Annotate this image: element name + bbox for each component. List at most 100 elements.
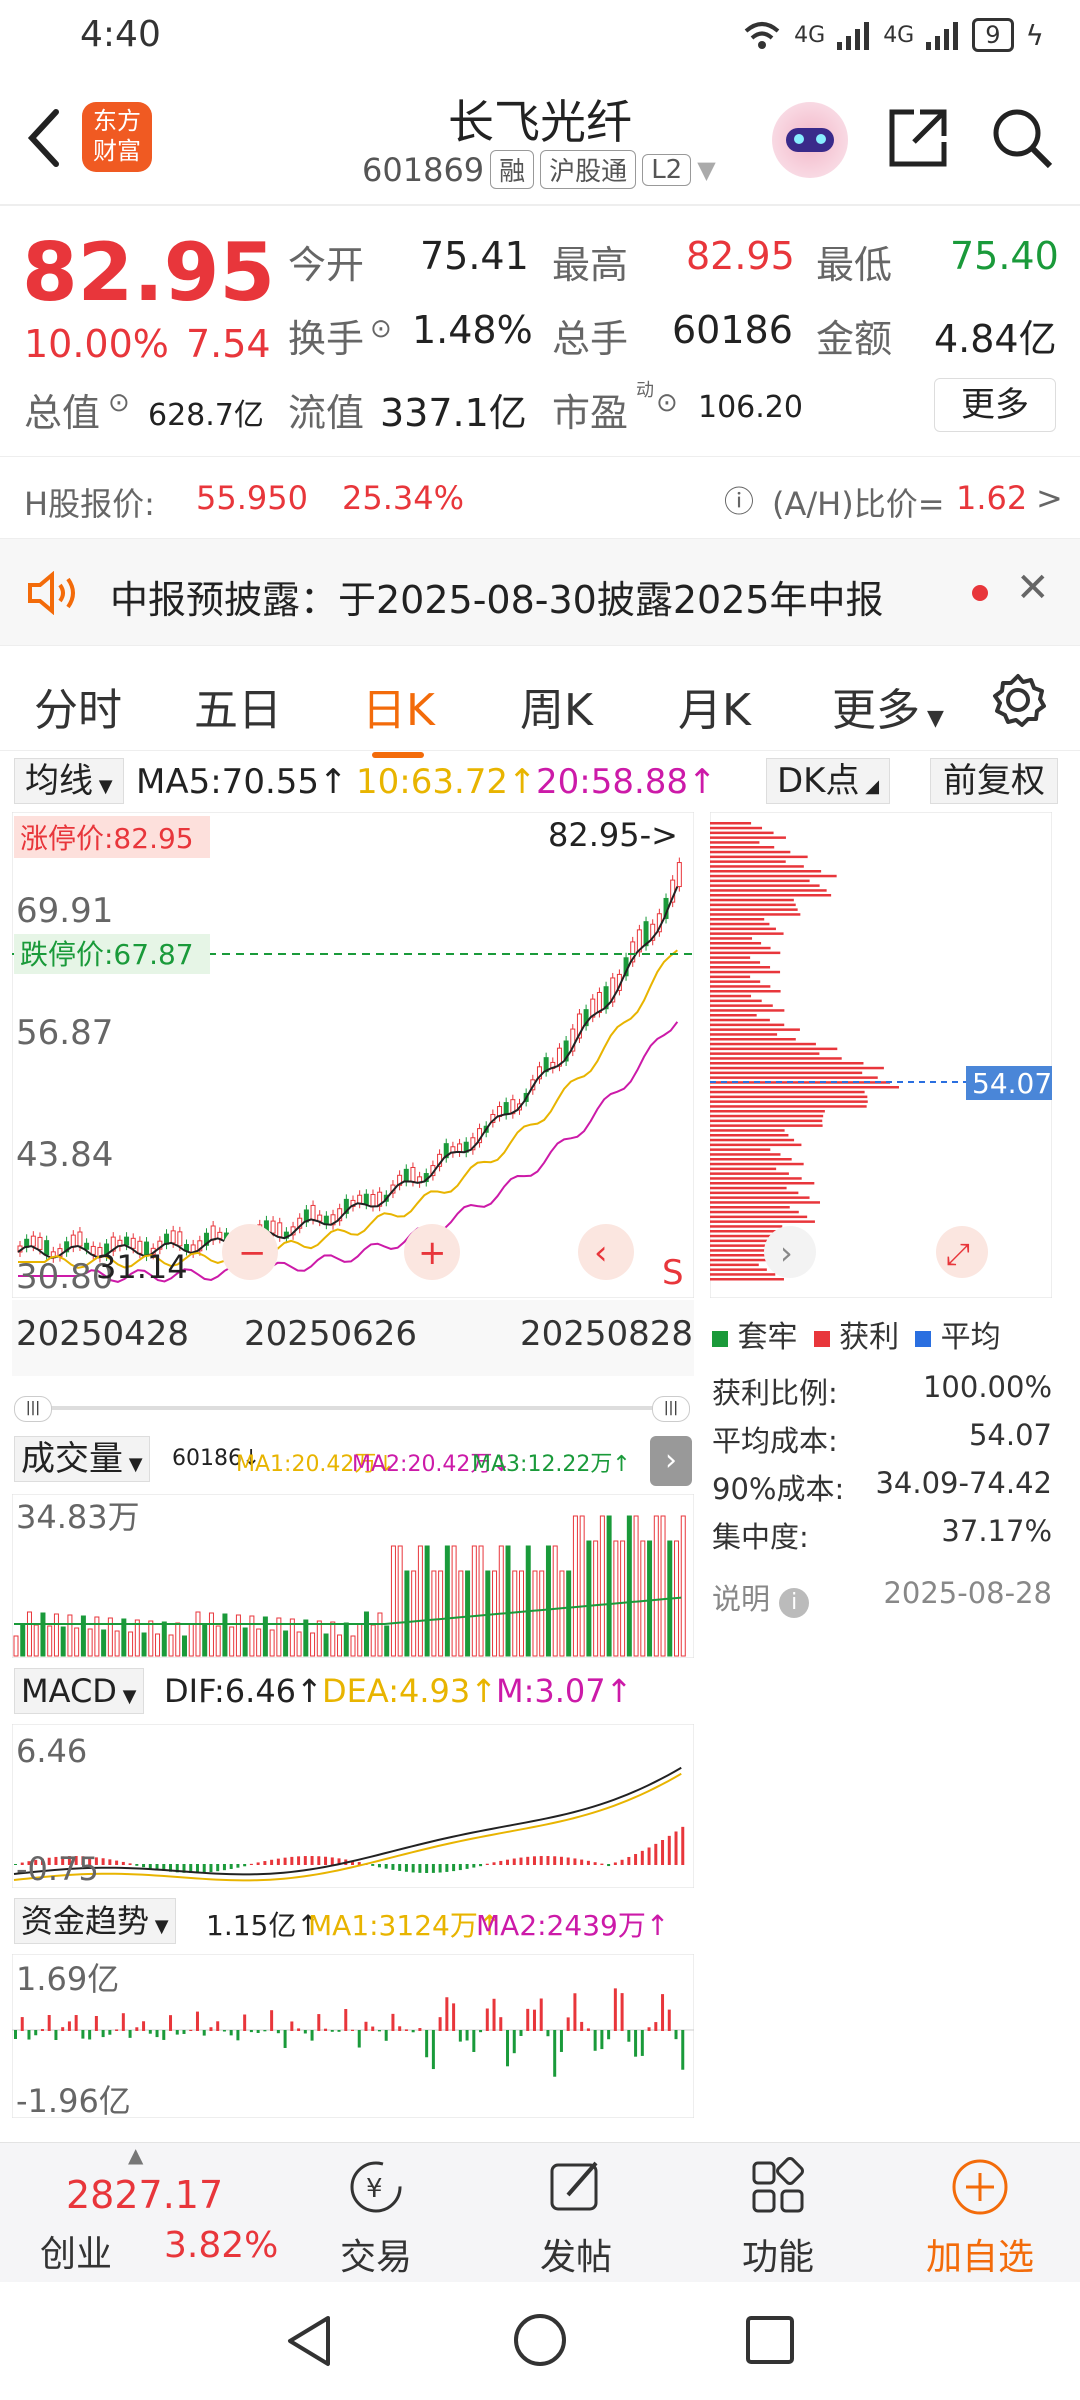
pe-info-icon[interactable]: ⊙ bbox=[656, 388, 678, 418]
chip-note-label: 说明 bbox=[712, 1582, 771, 1616]
help-icon[interactable]: ⓘ bbox=[724, 477, 754, 521]
chip-bar bbox=[710, 855, 808, 859]
tab-five-day[interactable]: 五日 bbox=[194, 674, 282, 738]
chip-bar bbox=[710, 1090, 865, 1094]
volume-bar bbox=[296, 1631, 302, 1657]
mktcap-label: 总值 bbox=[24, 391, 101, 435]
macd-bar bbox=[276, 1858, 280, 1865]
capital-selector[interactable]: 资金趋势 ▼ bbox=[14, 1898, 176, 1944]
limit-up-text: 涨停价:82.95 bbox=[20, 822, 194, 855]
ma-selector[interactable]: 均线 ▼ bbox=[14, 758, 124, 804]
kline-chart[interactable]: 涨停价:82.95 跌停价:67.87 82.95-> 69.91 56.87 … bbox=[12, 812, 694, 1298]
chip-stat-label: 平均成本: bbox=[712, 1424, 838, 1458]
macd-bar bbox=[512, 1858, 516, 1865]
capital-bar bbox=[297, 2028, 301, 2031]
volume-bar bbox=[519, 1570, 524, 1657]
volume-bar bbox=[411, 1570, 417, 1657]
share-icon[interactable] bbox=[886, 106, 950, 170]
more-button[interactable]: 更多 bbox=[934, 378, 1056, 432]
tab-more[interactable]: 更多 ▼ bbox=[832, 674, 944, 738]
candle-body bbox=[90, 1245, 96, 1255]
candle-body bbox=[170, 1230, 176, 1244]
volume-bar bbox=[188, 1623, 194, 1657]
back-triangle-icon[interactable] bbox=[284, 2314, 334, 2368]
capital-bar bbox=[303, 2030, 307, 2034]
volume-selector[interactable]: 成交量 ▼ bbox=[14, 1436, 150, 1482]
macd-bar bbox=[607, 1864, 611, 1867]
capital-bar bbox=[121, 2013, 125, 2031]
notice-banner[interactable]: 中报预披露：于2025-08-30披露2025年中报 ✕ bbox=[0, 538, 1080, 646]
nav-post-label: 发帖 bbox=[539, 2237, 612, 2278]
search-icon[interactable] bbox=[990, 106, 1054, 170]
chip-bar bbox=[710, 1076, 878, 1079]
index-ticker[interactable]: ▲ 2827.17 创业 3.82% bbox=[0, 2143, 290, 2283]
chevron-right-icon[interactable]: › bbox=[650, 1436, 692, 1486]
candle-body bbox=[457, 1143, 463, 1153]
capital-bar bbox=[290, 2021, 294, 2031]
svg-text:¥: ¥ bbox=[366, 2174, 383, 2204]
info-icon[interactable]: ⊙ bbox=[370, 314, 392, 344]
capital-bar bbox=[404, 2029, 408, 2031]
chip-note-row[interactable]: 说明 i 2025-08-28 bbox=[712, 1576, 1052, 1624]
macd-selector[interactable]: MACD ▼ bbox=[14, 1668, 144, 1714]
range-slider[interactable]: ||| ||| bbox=[14, 1396, 690, 1422]
candle-body bbox=[44, 1240, 50, 1256]
dropdown-icon[interactable]: ▼ bbox=[697, 156, 715, 184]
chip-bar bbox=[710, 879, 810, 883]
nav-add-watchlist[interactable]: 加自选 bbox=[910, 2155, 1050, 2280]
chip-bar bbox=[710, 1023, 785, 1027]
recents-square-icon[interactable] bbox=[744, 2314, 796, 2366]
home-circle-icon[interactable] bbox=[512, 2312, 568, 2368]
volume-bar bbox=[458, 1570, 464, 1657]
mktcap-info-icon[interactable]: ⊙ bbox=[108, 388, 130, 418]
adjust-button[interactable]: 前复权 bbox=[930, 758, 1058, 804]
macd-bottom-label: -0.75 bbox=[16, 1850, 99, 1888]
slider-handle-right[interactable]: ||| bbox=[652, 1396, 690, 1422]
assistant-avatar[interactable] bbox=[772, 102, 848, 178]
chip-bar bbox=[710, 874, 837, 878]
macd-bar bbox=[148, 1864, 152, 1869]
macd-bar bbox=[485, 1863, 489, 1865]
tab-daily-k[interactable]: 日K bbox=[362, 674, 435, 738]
capital-bar bbox=[209, 2027, 213, 2031]
chip-bar bbox=[710, 846, 775, 849]
chip-stat-label: 90%成本: bbox=[712, 1472, 845, 1506]
trade-icon: ¥ bbox=[350, 2161, 402, 2213]
nav-functions[interactable]: 功能 bbox=[708, 2155, 848, 2280]
macd-header: MACD ▼ DIF:6.46↑ DEA:4.93↑ M:3.07↑ bbox=[10, 1666, 696, 1716]
slider-handle-left[interactable]: ||| bbox=[14, 1396, 52, 1422]
capital-bar bbox=[243, 2014, 247, 2031]
candle-body bbox=[124, 1236, 130, 1246]
close-icon[interactable]: ✕ bbox=[1016, 565, 1050, 611]
capital-bar bbox=[148, 2030, 152, 2034]
volume-bar bbox=[208, 1612, 214, 1657]
ma10-value: 10:63.72↑ bbox=[356, 762, 537, 802]
nav-post[interactable]: 发帖 bbox=[506, 2155, 646, 2280]
volume-bar bbox=[195, 1611, 201, 1657]
candle-body bbox=[177, 1231, 183, 1247]
chip-bar bbox=[710, 951, 781, 955]
macd-bar bbox=[634, 1854, 638, 1865]
macd-bar bbox=[101, 1858, 105, 1865]
turnover-value: 1.48% bbox=[412, 308, 533, 352]
volume-bar bbox=[13, 1635, 19, 1657]
tab-monthly-k[interactable]: 月K bbox=[678, 674, 751, 738]
chip-note: 说明 i bbox=[712, 1576, 810, 1624]
nav-trade[interactable]: ¥ 交易 bbox=[306, 2155, 446, 2280]
x-label-2: 20250626 bbox=[244, 1314, 418, 1354]
limit-down-text: 跌停价:67.87 bbox=[20, 938, 194, 971]
candle-body bbox=[410, 1166, 416, 1182]
settings-icon[interactable] bbox=[990, 672, 1046, 728]
chip-bar bbox=[710, 1191, 799, 1195]
info-icon: i bbox=[779, 1588, 810, 1618]
candle-body bbox=[310, 1204, 316, 1220]
volume-bar bbox=[175, 1622, 181, 1657]
h-share-row[interactable]: H股报价: 55.950 25.34% ⓘ (A/H)比价= 1.62 > bbox=[0, 456, 1080, 539]
capital-bar bbox=[67, 2021, 71, 2031]
tab-intraday[interactable]: 分时 bbox=[34, 674, 122, 738]
capital-bottom-label: -1.96亿 bbox=[16, 2082, 131, 2118]
index-name: 创业 bbox=[40, 2234, 113, 2275]
dk-point-button[interactable]: DK点 ◢ bbox=[766, 758, 891, 804]
chip-stat-value: 37.17% bbox=[941, 1514, 1052, 1548]
tab-weekly-k[interactable]: 周K bbox=[520, 674, 593, 738]
